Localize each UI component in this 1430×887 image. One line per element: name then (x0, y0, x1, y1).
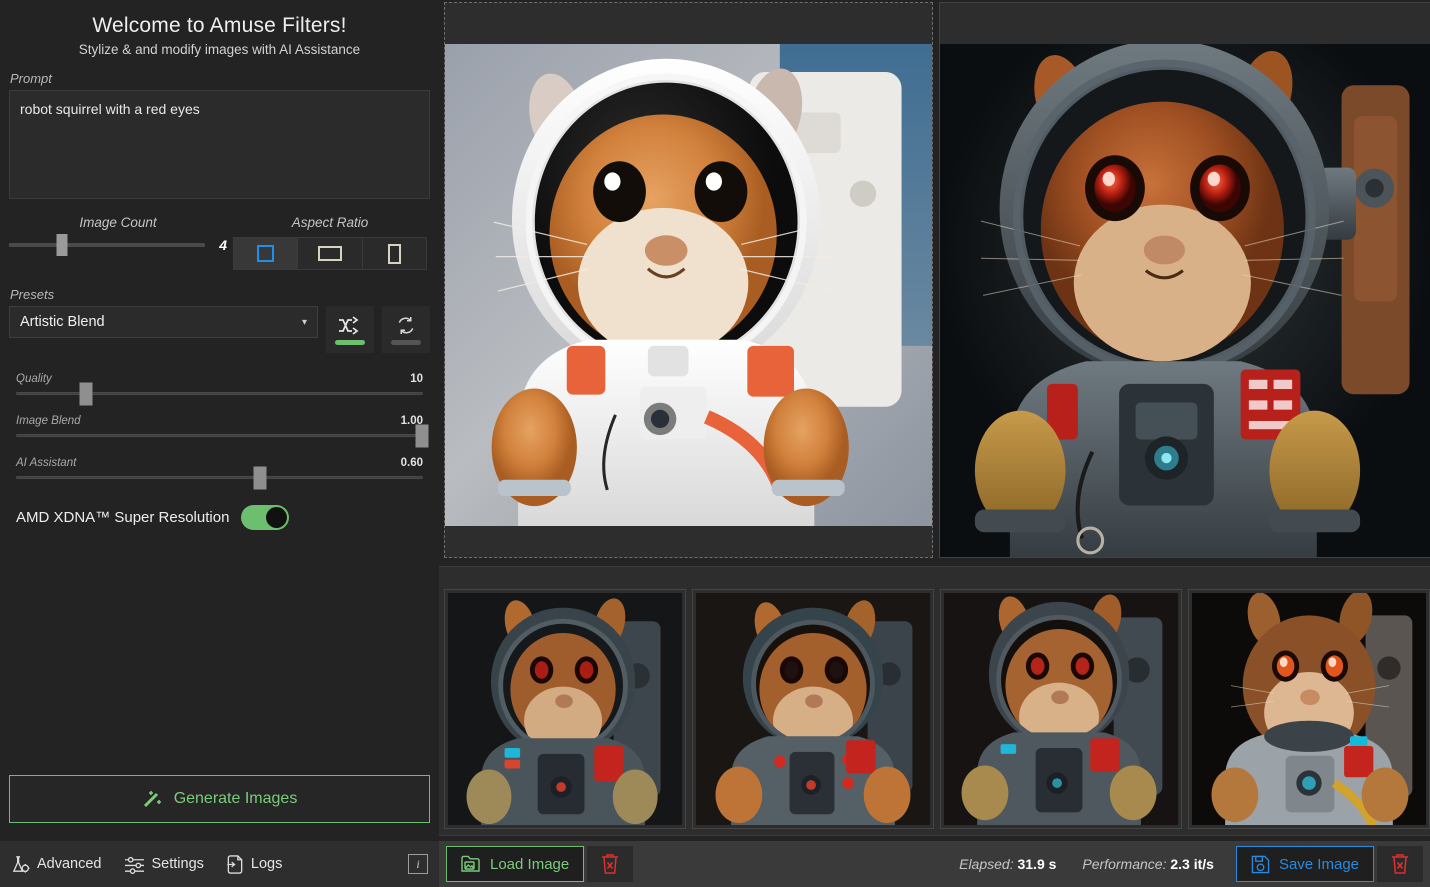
thumbnail-item[interactable] (1188, 589, 1430, 829)
flask-icon (12, 855, 30, 873)
presets-select[interactable]: Artistic Blend ▾ (9, 306, 318, 338)
square-icon (257, 245, 275, 262)
aspect-ratio-square-button[interactable] (234, 238, 299, 269)
aspect-ratio-portrait-button[interactable] (362, 238, 426, 269)
presets-selected-value: Artistic Blend (20, 314, 105, 330)
quality-label: Quality (16, 373, 52, 385)
image-count-section: Image Count 4 (9, 215, 227, 256)
left-control-panel: Welcome to Amuse Filters! Stylize & and … (0, 0, 439, 887)
generate-images-button[interactable]: Generate Images (9, 775, 430, 823)
left-bottom-toolbar: Advanced Settings Logs i (0, 841, 439, 887)
ai-assistant-value: 0.60 (400, 457, 423, 469)
preview-row (439, 0, 1430, 560)
page-subtitle: Stylize & and modify images with AI Assi… (78, 42, 361, 57)
logs-icon (227, 854, 243, 874)
magic-wand-icon (143, 791, 161, 808)
super-resolution-row: AMD XDNA™ Super Resolution (0, 505, 439, 530)
presets-label: Presets (10, 287, 55, 302)
performance-status: Performance: 2.3 it/s (1082, 856, 1214, 872)
elapsed-status: Elapsed: 31.9 s (959, 856, 1056, 872)
thumbnail-image[interactable] (1192, 593, 1426, 825)
toggle-knob (266, 507, 288, 528)
super-resolution-toggle[interactable] (241, 505, 290, 530)
thumbnail-item[interactable] (444, 589, 686, 829)
elapsed-value: 31.9 s (1017, 856, 1057, 872)
info-button[interactable]: i (408, 854, 428, 874)
trash-icon (1392, 854, 1408, 874)
performance-value: 2.3 it/s (1170, 856, 1214, 872)
portrait-icon (387, 243, 401, 264)
advanced-button[interactable]: Advanced (11, 855, 102, 874)
quality-slider-thumb[interactable] (79, 382, 93, 405)
ai-assistant-slider-thumb[interactable] (253, 466, 267, 489)
logs-label: Logs (250, 856, 283, 872)
ai-assistant-slider-section: AI Assistant 0.60 (0, 457, 439, 489)
source-image-panel[interactable] (444, 2, 933, 558)
shuffle-icon (339, 316, 359, 335)
quality-value: 10 (410, 373, 423, 385)
image-blend-slider-thumb[interactable] (415, 424, 429, 447)
result-image-panel[interactable] (939, 2, 1430, 558)
settings-button[interactable]: Settings (124, 855, 204, 874)
thumbnail-image[interactable] (448, 593, 682, 825)
thumbnail-item[interactable] (940, 589, 1182, 829)
image-blend-slider-section: Image Blend 1.00 (0, 415, 439, 447)
result-image[interactable] (940, 44, 1430, 558)
save-image-button[interactable]: Save Image (1235, 846, 1374, 882)
logs-button[interactable]: Logs (226, 854, 283, 874)
load-image-button[interactable]: Load Image (446, 846, 585, 882)
shuffle-state-bar (335, 340, 365, 345)
source-image[interactable] (445, 44, 932, 526)
chevron-down-icon: ▾ (301, 316, 307, 328)
refresh-icon (398, 316, 414, 335)
aspect-ratio-section: Aspect Ratio (233, 215, 427, 270)
aspect-ratio-landscape-button[interactable] (298, 238, 363, 269)
presets-section: Presets Artistic Blend ▾ (0, 287, 439, 353)
aspect-ratio-label: Aspect Ratio (291, 215, 369, 230)
clear-source-button[interactable] (587, 846, 634, 882)
quality-slider[interactable] (16, 382, 423, 405)
advanced-label: Advanced (37, 856, 102, 872)
prompt-section: Prompt robot squirrel with a red eyes (0, 71, 439, 199)
quality-slider-section: Quality 10 (0, 373, 439, 405)
page-title: Welcome to Amuse Filters! (92, 14, 347, 37)
refresh-button[interactable] (382, 306, 430, 353)
load-image-label: Load Image (490, 855, 570, 873)
ai-assistant-slider[interactable] (16, 466, 423, 489)
thumbnail-strip[interactable] (439, 566, 1430, 836)
trash-icon (602, 854, 619, 874)
count-aspect-row: Image Count 4 Aspect Ratio (0, 215, 439, 270)
thumbnail-image[interactable] (696, 593, 930, 825)
save-icon (1251, 855, 1270, 873)
image-blend-label: Image Blend (16, 415, 81, 427)
landscape-icon (317, 246, 342, 261)
image-count-value: 4 (219, 237, 227, 253)
image-count-slider-thumb[interactable] (56, 234, 68, 256)
super-resolution-label: AMD XDNA™ Super Resolution (16, 509, 230, 526)
right-workspace: Load Image Elapsed: 31.9 s Performance: … (439, 0, 1430, 887)
elapsed-key: Elapsed: (959, 856, 1014, 872)
prompt-label: Prompt (10, 71, 52, 86)
thumbnail-item[interactable] (692, 589, 934, 829)
refresh-state-bar (391, 340, 421, 345)
info-label: i (416, 856, 420, 871)
ai-assistant-label: AI Assistant (16, 457, 77, 469)
settings-label: Settings (151, 856, 204, 872)
generate-images-label: Generate Images (173, 790, 298, 807)
shuffle-button[interactable] (326, 306, 374, 353)
performance-key: Performance: (1082, 856, 1167, 872)
prompt-input[interactable]: robot squirrel with a red eyes (9, 90, 430, 199)
save-image-label: Save Image (1278, 855, 1359, 873)
clear-results-button[interactable] (1377, 846, 1423, 882)
sliders-icon (124, 856, 144, 874)
status-group: Elapsed: 31.9 s Performance: 2.3 it/s (959, 856, 1214, 872)
load-image-icon (461, 855, 480, 872)
image-count-slider[interactable] (9, 234, 205, 256)
image-count-label: Image Count (79, 215, 157, 230)
app-header: Welcome to Amuse Filters! Stylize & and … (0, 0, 439, 57)
image-blend-slider[interactable] (16, 424, 429, 447)
bottom-status-bar: Load Image Elapsed: 31.9 s Performance: … (439, 841, 1430, 887)
thumbnail-image[interactable] (944, 593, 1178, 825)
amuse-filters-window: Welcome to Amuse Filters! Stylize & and … (0, 0, 1430, 887)
